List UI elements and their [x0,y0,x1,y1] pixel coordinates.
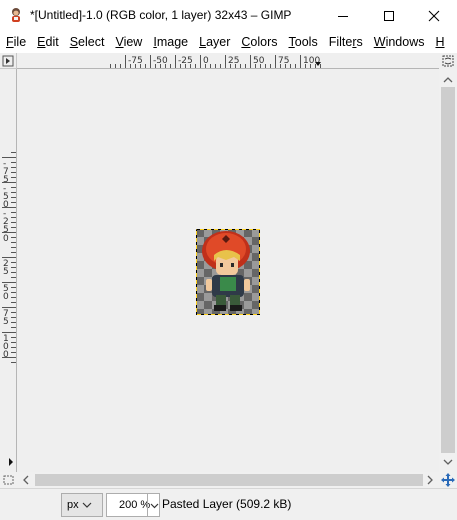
title-bar: *[Untitled]-1.0 (RGB color, 1 layer) 32x… [0,0,457,31]
chevron-down-icon [82,502,92,508]
menu-item[interactable]: View [109,31,147,53]
scroll-left-arrow-icon[interactable] [19,472,33,488]
menu-item-mnemonic: H [435,35,445,49]
menu-item[interactable]: Filters [323,31,368,53]
ruler-label: 0 [203,56,209,66]
menu-item-label: dit [45,35,59,49]
vertical-scroll-thumb[interactable] [441,87,455,453]
menu-item-mnemonic: E [37,35,46,49]
menu-item-label: iew [123,35,143,49]
menu-item[interactable]: Layer [193,31,235,53]
quick-mask-icon [3,475,14,485]
menu-item-mnemonic: F [6,35,14,49]
image-menu-arrow-icon [2,55,14,67]
ruler-label-char: 0 [3,234,9,244]
chevron-down-icon [150,503,158,508]
status-message: Pasted Layer (509.2 kB) [162,497,292,511]
menu-item-label: olors [250,35,278,49]
menu-item-label: elect [78,35,105,49]
ruler-label-char: 5 [3,317,9,327]
ruler-label: -75 [128,56,143,66]
horizontal-ruler[interactable]: -75 -50 -25 0 25 50 75 100 [17,53,439,69]
ruler-label: -50 [153,56,168,66]
vertical-scrollbar[interactable] [439,69,457,472]
maximize-icon [384,10,394,21]
ruler-pointer-marker [9,458,13,466]
menu-item-label: ile [13,35,27,49]
ruler-label: 25 [228,56,239,66]
vertical-ruler[interactable]: -75-50-250255075100 [0,69,17,472]
ruler-corner[interactable] [0,53,17,69]
horizontal-scroll-thumb[interactable] [35,474,423,486]
maximize-button[interactable] [366,0,412,31]
unit-value: px [67,499,79,511]
status-bar: px 200 % Pasted Layer (509.2 kB) [0,488,457,520]
menu-item-mnemonic: V [115,35,124,49]
menu-item-label: ayer [206,35,231,49]
menu-item[interactable]: Tools [283,31,323,53]
ruler-label: -25 [178,56,193,66]
menu-item[interactable]: Windows [368,31,430,53]
navigate-button[interactable] [439,472,457,488]
navigate-icon [441,473,455,487]
menu-bar: File Edit Select View Image Layer Colors Tools F… [0,31,457,53]
ruler-label-char: 0 [3,350,9,360]
menu-item-label: ools [294,35,318,49]
ruler-label: 75 [278,56,289,66]
scroll-down-arrow-icon[interactable] [439,455,457,469]
scroll-up-arrow-icon[interactable] [439,73,457,87]
ruler-label: 50 [253,56,265,66]
zoom-fit-button[interactable] [439,53,457,69]
menu-item[interactable]: File [0,31,31,53]
menu-item-mnemonic: S [69,35,79,49]
menu-item-label: mage [156,35,189,49]
pasted-layer[interactable] [196,229,260,315]
menu-item[interactable]: Select [64,31,110,53]
window-title: *[Untitled]-1.0 (RGB color, 1 layer) 32x… [30,8,292,22]
menu-item-mnemonic: W [373,35,386,49]
image-canvas[interactable] [17,69,439,472]
zoom-field[interactable]: 200 % [106,493,160,517]
ruler-label-char: 5 [3,267,9,277]
ruler-label-char: 0 [3,292,9,302]
menu-item-label: indows [385,35,425,49]
menu-item[interactable]: Edit [31,31,64,53]
close-icon [428,10,440,21]
menu-item[interactable]: H [429,31,449,53]
gimp-wilber-icon[interactable] [8,7,24,23]
quick-mask-toggle[interactable] [0,472,17,488]
minimize-icon [338,15,348,17]
horizontal-scrollbar[interactable] [17,472,439,488]
menu-item[interactable]: Colors [235,31,282,53]
menu-item-label: Filte [328,35,353,49]
scroll-right-arrow-icon[interactable] [423,472,437,488]
character-sprite [196,229,260,315]
minimize-button[interactable] [320,0,366,31]
close-button[interactable] [411,0,457,31]
zoom-dropdown-button[interactable] [147,494,160,516]
unit-select[interactable]: px [61,493,103,517]
zoom-fit-icon [442,55,454,67]
menu-item[interactable]: Image [147,31,193,53]
menu-item-label: s [356,35,363,49]
zoom-value: 200 % [119,499,151,511]
